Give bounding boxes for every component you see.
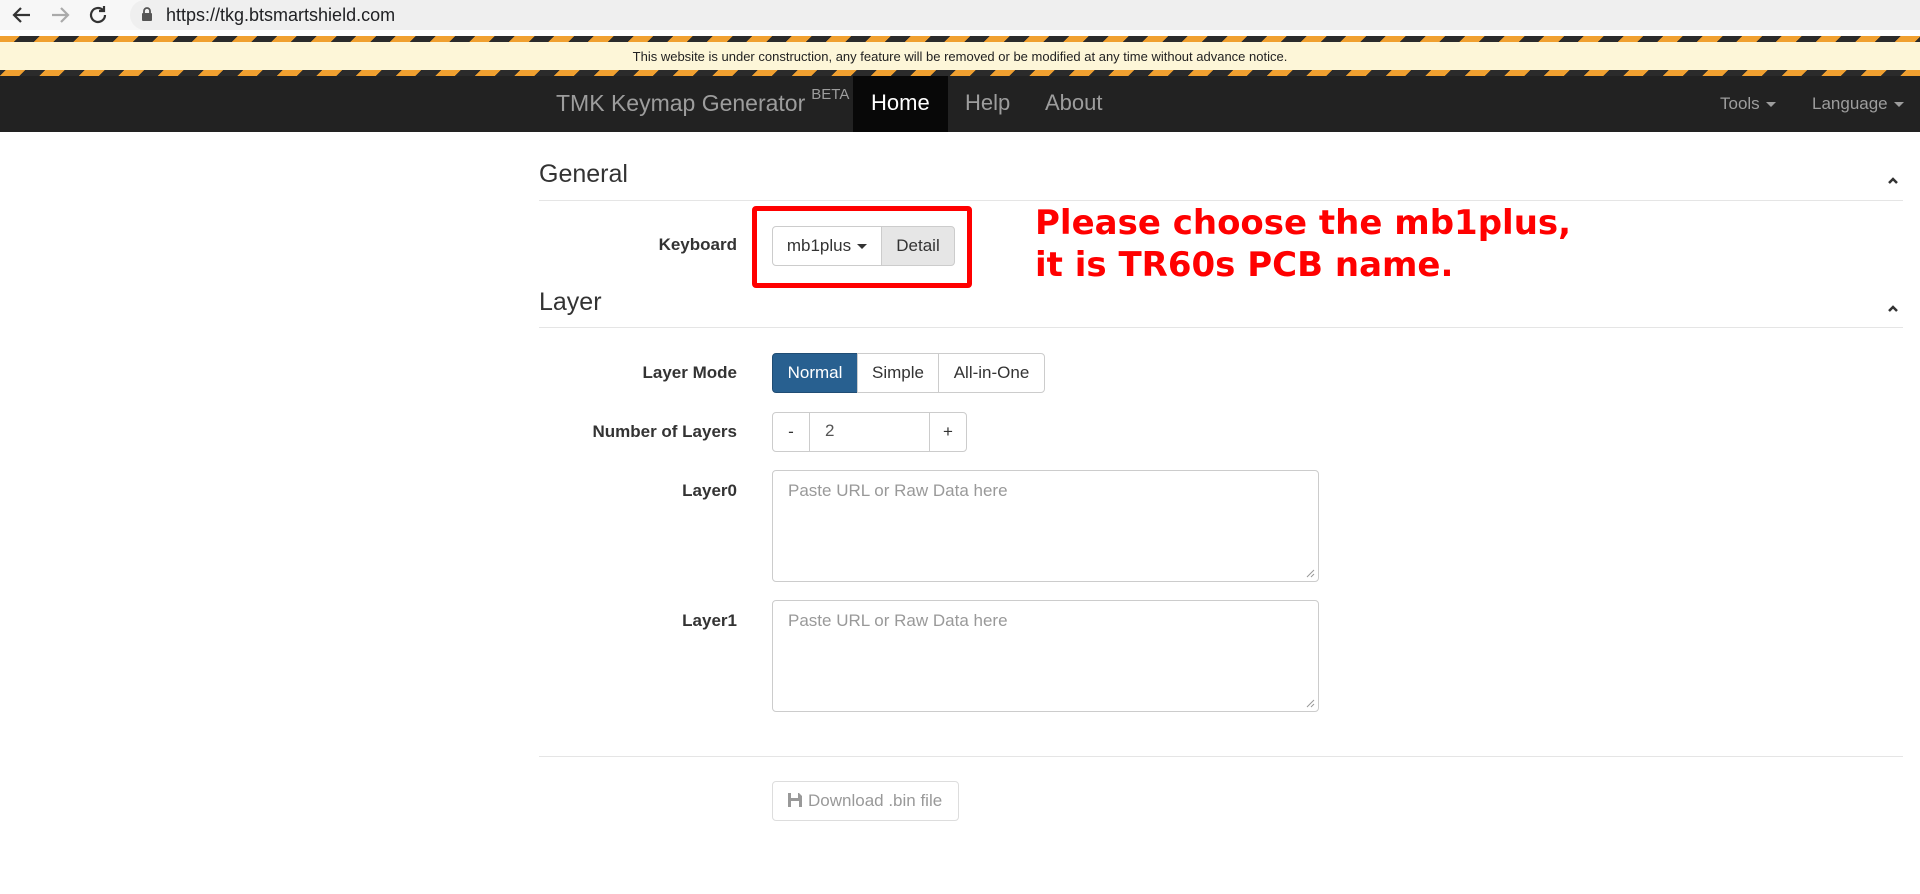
download-label: Download .bin file xyxy=(808,791,943,810)
mode-normal-button[interactable]: Normal xyxy=(772,353,858,393)
number-of-layers-label: Number of Layers xyxy=(592,422,737,441)
reload-icon[interactable] xyxy=(86,3,110,27)
brand[interactable]: TMK Keymap Generator BETA xyxy=(556,86,849,117)
layer0-textarea[interactable]: Paste URL or Raw Data here xyxy=(772,470,1319,582)
banner-text: This website is under construction, any … xyxy=(632,49,1288,64)
nav-home[interactable]: Home xyxy=(853,76,948,132)
banner-body: This website is under construction, any … xyxy=(0,42,1920,70)
mode-all-in-one-button[interactable]: All-in-One xyxy=(938,353,1045,393)
navbar: TMK Keymap Generator BETA Home Help About… xyxy=(0,76,1920,132)
download-bin-button[interactable]: Download .bin file xyxy=(772,781,959,821)
nav-help[interactable]: Help xyxy=(947,76,1028,132)
layer0-label: Layer0 xyxy=(682,481,737,500)
tools-label: Tools xyxy=(1720,94,1760,113)
layer-mode-label: Layer Mode xyxy=(642,363,737,382)
beta-badge: BETA xyxy=(811,86,850,103)
keyboard-label: Keyboard xyxy=(658,235,737,254)
layer1-label: Layer1 xyxy=(682,611,737,630)
floppy-disk-icon xyxy=(788,793,802,807)
lock-icon xyxy=(141,7,153,27)
construction-banner: This website is under construction, any … xyxy=(0,36,1920,76)
highlight-box xyxy=(752,206,972,288)
annotation-text: Please choose the mb1plus, it is TR60s P… xyxy=(1035,202,1571,286)
resize-grip-icon[interactable] xyxy=(1305,568,1315,578)
layer1-textarea[interactable]: Paste URL or Raw Data here xyxy=(772,600,1319,712)
brand-name: TMK Keymap Generator xyxy=(556,90,806,116)
address-bar[interactable] xyxy=(130,0,1920,30)
chevron-up-icon[interactable] xyxy=(1887,300,1899,318)
divider xyxy=(539,756,1903,757)
arrow-right-icon[interactable] xyxy=(48,3,72,27)
chevron-up-icon[interactable] xyxy=(1887,172,1899,190)
annotation-line-2: it is TR60s PCB name. xyxy=(1035,245,1454,285)
tools-dropdown[interactable]: Tools xyxy=(1720,76,1776,132)
url-text[interactable]: https://tkg.btsmartshield.com xyxy=(166,5,395,26)
language-dropdown[interactable]: Language xyxy=(1812,76,1904,132)
divider xyxy=(539,200,1903,201)
annotation-line-1: Please choose the mb1plus, xyxy=(1035,203,1572,243)
section-title-general: General xyxy=(539,160,628,188)
increment-button[interactable]: + xyxy=(929,412,967,452)
divider xyxy=(539,327,1903,328)
caret-down-icon xyxy=(1893,102,1904,108)
resize-grip-icon[interactable] xyxy=(1305,698,1315,708)
caret-down-icon xyxy=(1765,102,1776,108)
mode-simple-button[interactable]: Simple xyxy=(857,353,939,393)
arrow-left-icon[interactable] xyxy=(10,3,34,27)
layer0-placeholder: Paste URL or Raw Data here xyxy=(788,481,1008,500)
decrement-button[interactable]: - xyxy=(772,412,810,452)
language-label: Language xyxy=(1812,94,1888,113)
browser-toolbar: https://tkg.btsmartshield.com xyxy=(0,0,1920,30)
nav-about[interactable]: About xyxy=(1027,76,1121,132)
layer-count-input[interactable]: 2 xyxy=(809,412,930,452)
layer1-placeholder: Paste URL or Raw Data here xyxy=(788,611,1008,630)
section-title-layer: Layer xyxy=(539,288,602,316)
